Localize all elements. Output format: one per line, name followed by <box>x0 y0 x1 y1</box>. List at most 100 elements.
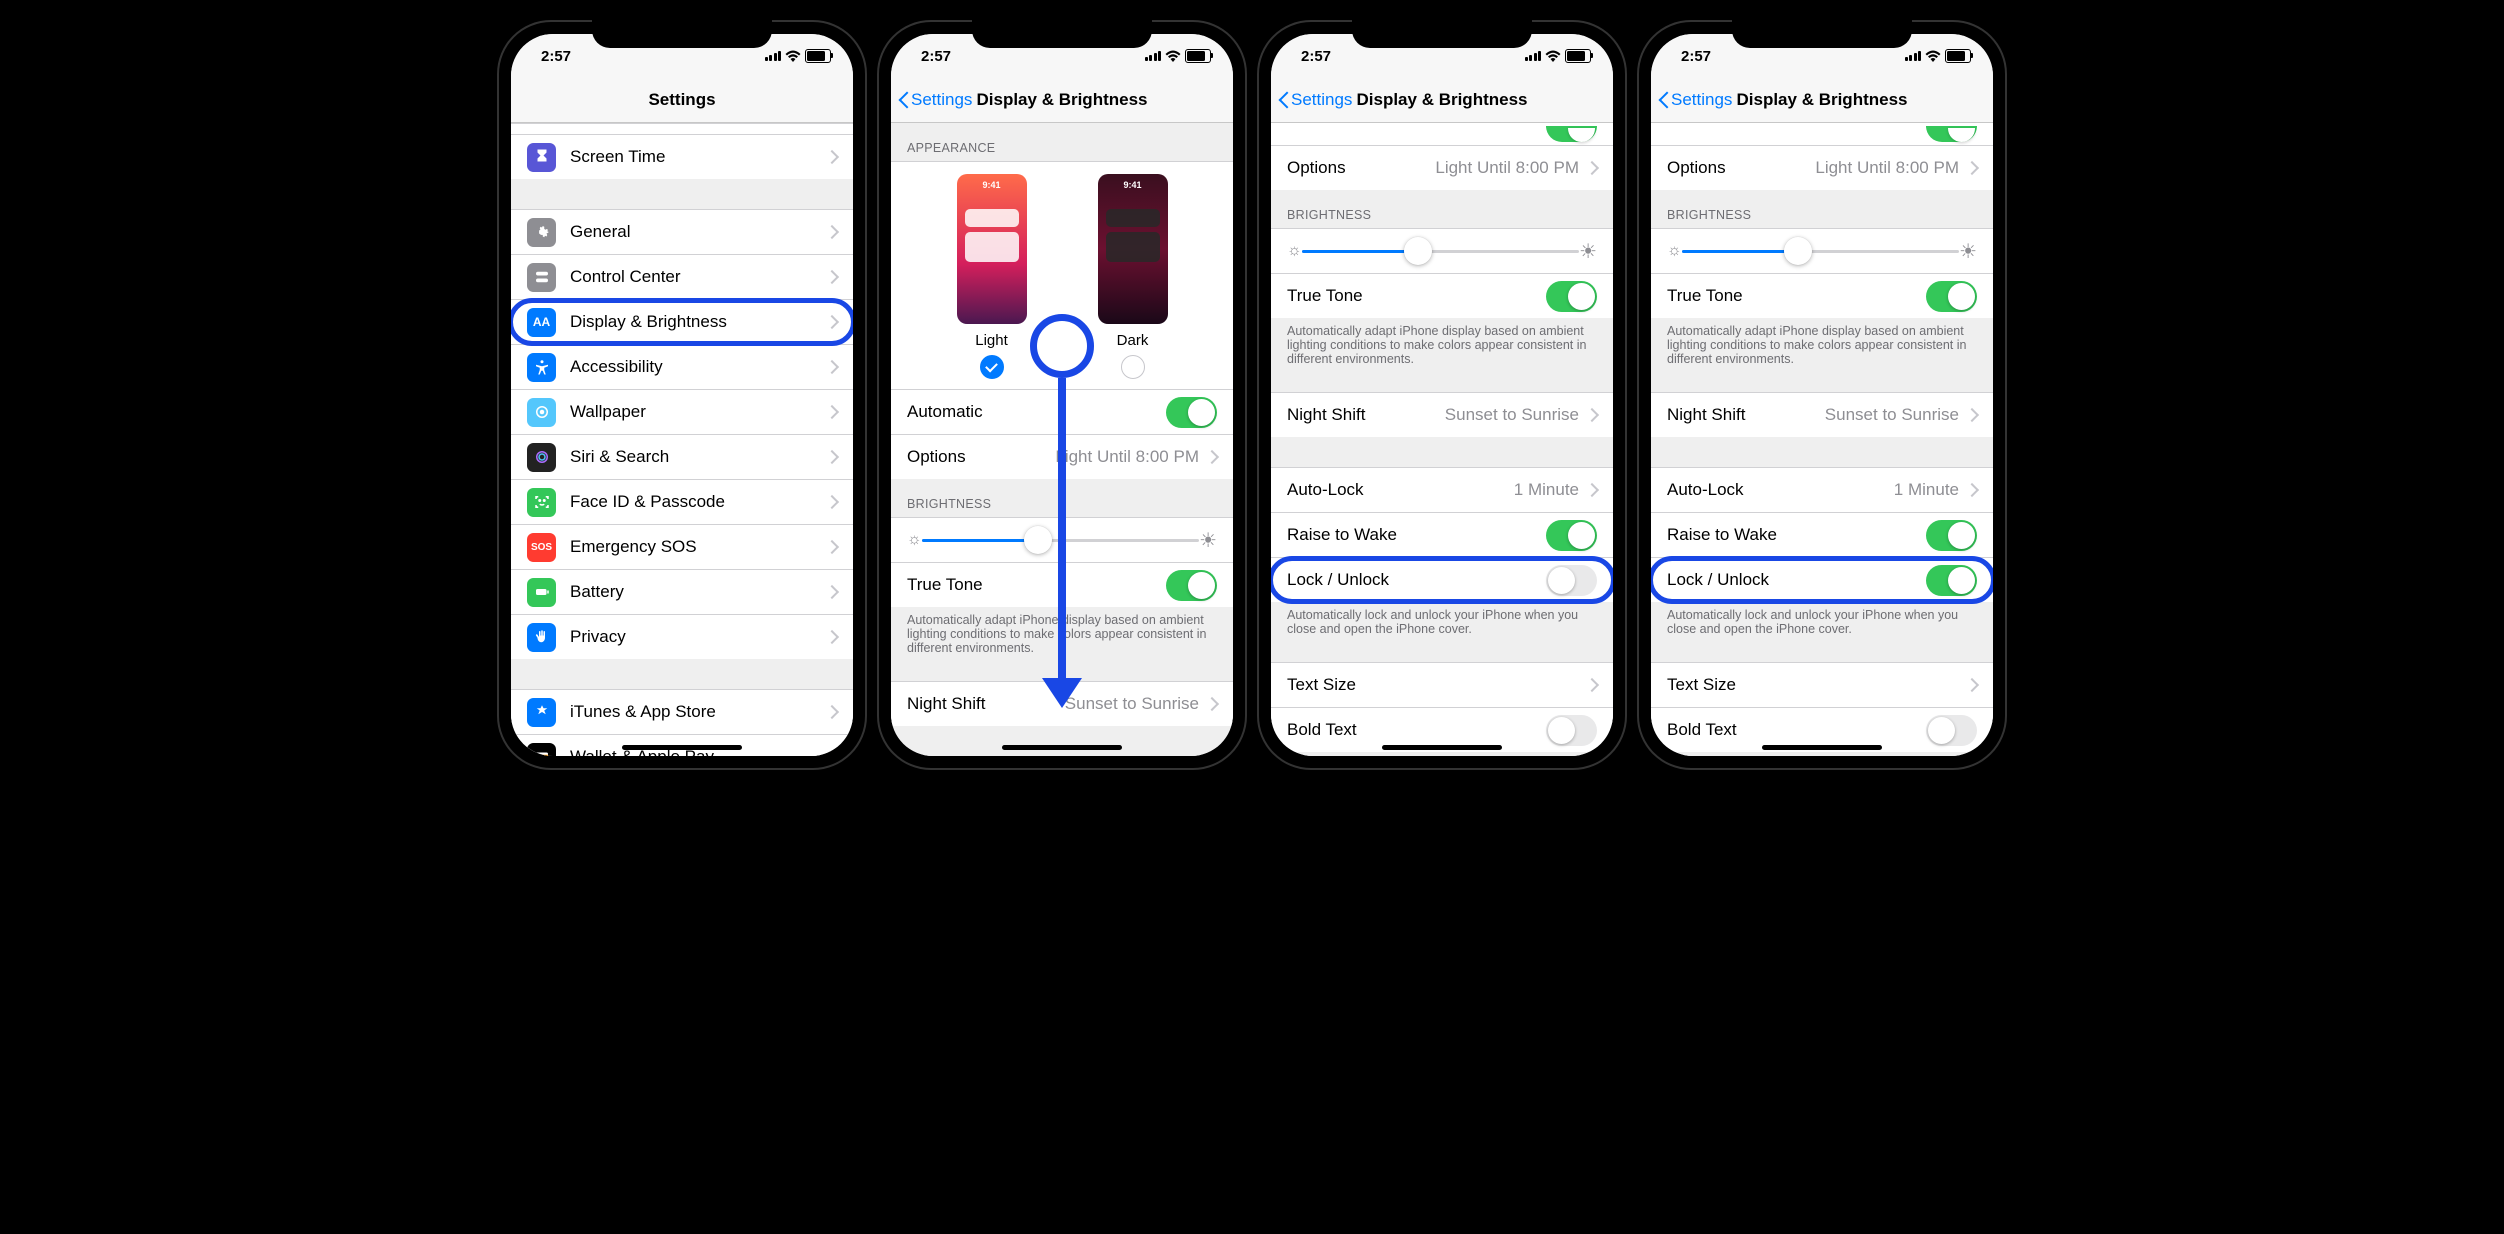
notch <box>1352 20 1532 48</box>
row-night-shift[interactable]: Night Shift Sunset to Sunrise <box>891 681 1233 726</box>
cellular-icon <box>1145 51 1162 61</box>
true-tone-footer: Automatically adapt iPhone display based… <box>891 607 1233 663</box>
wifi-icon <box>785 50 801 62</box>
row-auto-lock[interactable]: Auto-Lock 1 Minute <box>1271 467 1613 512</box>
chevron-right-icon <box>1969 483 1977 497</box>
settings-row-control-center[interactable]: Control Center <box>511 254 853 299</box>
gear-icon <box>527 218 556 247</box>
true-tone-footer: Automatically adapt iPhone display based… <box>1651 318 1993 374</box>
row-raise-to-wake: Raise to Wake <box>1271 512 1613 557</box>
settings-row-sos[interactable]: SOS Emergency SOS <box>511 524 853 569</box>
brightness-slider[interactable] <box>922 525 1199 555</box>
settings-row-privacy[interactable]: Privacy <box>511 614 853 659</box>
home-indicator[interactable] <box>1382 745 1502 750</box>
row-night-shift[interactable]: Night Shift Sunset to Sunrise <box>1271 392 1613 437</box>
radio-unchecked-icon <box>1121 355 1145 379</box>
row-options[interactable]: Options Light Until 8:00 PM <box>1271 145 1613 190</box>
back-button[interactable]: Settings <box>1657 90 1732 110</box>
chevron-right-icon <box>829 750 837 756</box>
row-brightness-slider: ☼ ☀ <box>1271 228 1613 273</box>
section-header-brightness: Brightness <box>1651 190 1993 228</box>
chevron-right-icon <box>1209 450 1217 464</box>
row-brightness-slider: ☼ ☀ <box>891 517 1233 562</box>
notch <box>592 20 772 48</box>
row-raise-to-wake: Raise to Wake <box>1651 512 1993 557</box>
siri-icon <box>527 443 556 472</box>
settings-row-battery[interactable]: Battery <box>511 569 853 614</box>
row-text-size[interactable]: Text Size <box>1651 662 1993 707</box>
appearance-light-option[interactable]: 9:41 Light <box>957 174 1027 379</box>
brightness-slider[interactable] <box>1682 236 1959 266</box>
chevron-right-icon <box>829 630 837 644</box>
nav-title: Display & Brightness <box>1737 90 1908 110</box>
notch <box>972 20 1152 48</box>
chevron-right-icon <box>829 315 837 329</box>
bold-text-toggle[interactable] <box>1926 715 1977 746</box>
chevron-right-icon <box>829 150 837 164</box>
back-button[interactable]: Settings <box>1277 90 1352 110</box>
settings-row-wallpaper[interactable]: Wallpaper <box>511 389 853 434</box>
chevron-right-icon <box>1589 483 1597 497</box>
back-button[interactable]: Settings <box>897 90 972 110</box>
status-time: 2:57 <box>1301 48 1331 65</box>
chevron-right-icon <box>1589 161 1597 175</box>
brightness-slider[interactable] <box>1302 236 1579 266</box>
true-tone-toggle[interactable] <box>1166 570 1217 601</box>
toggle-peek-bottom <box>1546 126 1597 142</box>
row-night-shift[interactable]: Night Shift Sunset to Sunrise <box>1651 392 1993 437</box>
battery-menu-icon <box>527 578 556 607</box>
chevron-right-icon <box>829 360 837 374</box>
true-tone-toggle[interactable] <box>1546 281 1597 312</box>
chevron-right-icon <box>1589 678 1597 692</box>
status-time: 2:57 <box>1681 48 1711 65</box>
faceid-icon <box>527 488 556 517</box>
settings-row-siri[interactable]: Siri & Search <box>511 434 853 479</box>
chevron-right-icon <box>1969 161 1977 175</box>
row-lock-unlock: Lock / Unlock <box>1271 557 1613 602</box>
battery-icon <box>1185 49 1211 63</box>
bold-text-toggle[interactable] <box>1546 715 1597 746</box>
battery-icon <box>805 49 831 63</box>
home-indicator[interactable] <box>1002 745 1122 750</box>
home-indicator[interactable] <box>622 745 742 750</box>
settings-row-itunes[interactable]: iTunes & App Store <box>511 689 853 734</box>
lock-unlock-toggle[interactable] <box>1546 565 1597 596</box>
raise-to-wake-toggle[interactable] <box>1546 520 1597 551</box>
notch <box>1732 20 1912 48</box>
row-options[interactable]: Options Light Until 8:00 PM <box>1651 145 1993 190</box>
row-auto-lock[interactable]: Auto-Lock 1 Minute <box>1651 467 1993 512</box>
settings-row-accessibility[interactable]: Accessibility <box>511 344 853 389</box>
chevron-left-icon <box>1277 90 1289 110</box>
phone-frame: 2:57 Settings Display & Brightness . <box>1637 20 2007 770</box>
cellular-icon <box>1525 51 1542 61</box>
row-text-size[interactable]: Text Size <box>1271 662 1613 707</box>
home-indicator[interactable] <box>1762 745 1882 750</box>
phone-frame: 2:57 Settings Display & Brightness Appea… <box>877 20 1247 770</box>
sun-high-icon: ☀ <box>1199 528 1217 553</box>
chevron-left-icon <box>1657 90 1669 110</box>
appearance-dark-option[interactable]: 9:41 Dark <box>1098 174 1168 379</box>
row-brightness-slider: ☼ ☀ <box>1651 228 1993 273</box>
cellular-icon <box>765 51 782 61</box>
raise-to-wake-toggle[interactable] <box>1926 520 1977 551</box>
battery-icon <box>1565 49 1591 63</box>
chevron-right-icon <box>829 270 837 284</box>
row-lock-unlock: Lock / Unlock <box>1651 557 1993 602</box>
chevron-right-icon <box>829 450 837 464</box>
settings-row-screen-time[interactable]: Screen Time <box>511 134 853 179</box>
nav-title: Display & Brightness <box>977 90 1148 110</box>
dark-preview: 9:41 <box>1098 174 1168 324</box>
phone-frame: 2:57 Settings Screen Time <box>497 20 867 770</box>
section-header-appearance: Appearance <box>891 123 1233 161</box>
true-tone-toggle[interactable] <box>1926 281 1977 312</box>
row-options[interactable]: Options Light Until 8:00 PM <box>891 434 1233 479</box>
radio-checked-icon <box>980 355 1004 379</box>
automatic-toggle[interactable] <box>1166 397 1217 428</box>
settings-row-general[interactable]: General <box>511 209 853 254</box>
settings-row-faceid[interactable]: Face ID & Passcode <box>511 479 853 524</box>
nav-bar: Settings Display & Brightness <box>1271 78 1613 123</box>
toggle-peek-bottom <box>1926 126 1977 142</box>
lock-unlock-toggle[interactable] <box>1926 565 1977 596</box>
chevron-right-icon <box>1969 408 1977 422</box>
settings-row-display-brightness[interactable]: AA Display & Brightness <box>511 299 853 344</box>
